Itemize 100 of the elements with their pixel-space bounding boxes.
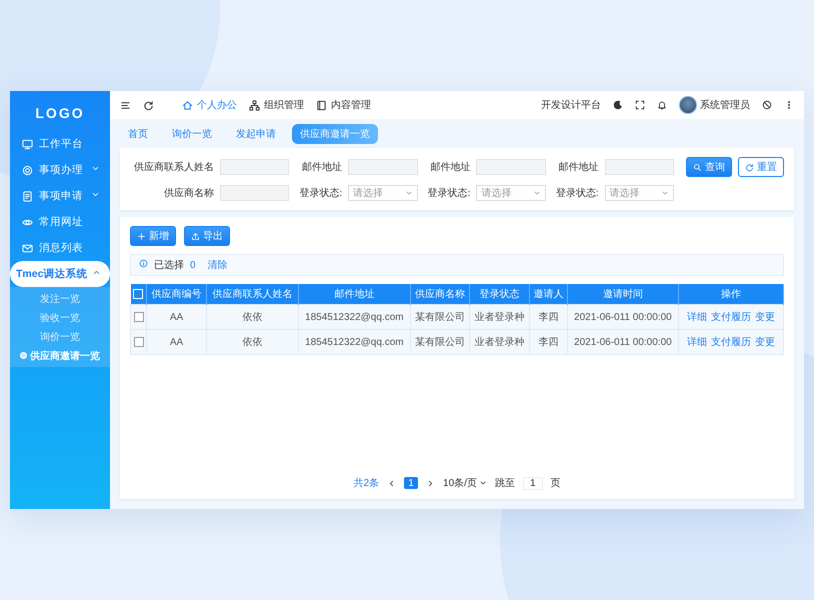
tab[interactable]: 首页 [120, 124, 156, 144]
table-cell: 某有限公司 [410, 330, 470, 354]
table-cell: 某有限公司 [410, 304, 470, 330]
selection-count: 0 [190, 260, 196, 270]
submenu-item[interactable]: 验收一览 [10, 308, 110, 327]
platform-link[interactable]: 开发设计平台 [541, 98, 601, 112]
field-label: 供应商名称 [163, 186, 214, 200]
info-icon [139, 259, 148, 268]
table-cell: 依依 [206, 304, 298, 330]
table-cell: AA [146, 330, 206, 354]
plus-icon [137, 232, 146, 240]
page-size-select[interactable]: 10条/页 [443, 476, 487, 490]
table-cell: 业者登录种 [470, 304, 530, 330]
add-button[interactable]: 新增 [130, 226, 176, 246]
search-button[interactable]: 查询 [686, 157, 732, 177]
sidebar-item[interactable]: 事项申请 [10, 183, 110, 209]
column-header: 供应商编号 [146, 284, 206, 304]
total-count: 共2条 [353, 476, 380, 490]
book-icon [316, 100, 327, 110]
checkbox[interactable] [134, 336, 144, 347]
submenu-item[interactable]: 发注一览 [10, 289, 110, 308]
chevron-icon [91, 164, 100, 173]
jump-label: 跳至 [494, 476, 515, 490]
user-name[interactable]: 系统管理员 [700, 98, 750, 112]
bell-icon [657, 100, 667, 110]
input-field[interactable] [476, 159, 546, 175]
row-action-link[interactable]: 变更 [754, 312, 775, 323]
row-action-link[interactable]: 详细 [686, 337, 707, 348]
submenu-item[interactable]: 供应商邀请一览 [10, 346, 110, 365]
document-icon [22, 190, 33, 202]
export-button[interactable]: 导出 [184, 226, 230, 246]
table-cell: AA [146, 304, 206, 330]
chevron-icon [91, 190, 100, 199]
caret-icon [478, 479, 487, 487]
row-action-link[interactable]: 详细 [686, 312, 707, 323]
sidebar-item[interactable]: Tmec调达系统 [10, 261, 110, 287]
input-field[interactable] [220, 159, 290, 175]
field-label: 登录状态: [556, 186, 599, 200]
table-cell: 1854512322@qq.com [298, 304, 410, 330]
nav-menu-item[interactable]: 组织管理 [249, 98, 304, 112]
clear-link[interactable]: 清除 [208, 258, 228, 272]
nav-menu-item[interactable]: 个人办公 [182, 98, 237, 112]
sitemap-icon [249, 100, 260, 110]
table-cell: 依依 [206, 330, 298, 354]
sidebar-item[interactable]: 常用网址 [10, 209, 110, 235]
page-button[interactable]: 1 [404, 477, 418, 489]
input-field[interactable] [604, 159, 674, 175]
row-action-link[interactable]: 支付履历 [710, 312, 751, 323]
sidebar-item[interactable]: 工作平台 [10, 131, 110, 157]
monitor-icon [22, 138, 33, 150]
search-icon [693, 162, 702, 172]
caret-icon [404, 189, 413, 197]
table-cell: 2021-06-011 00:00:00 [567, 330, 678, 354]
logo: LOGO [34, 104, 86, 123]
refresh-icon [745, 162, 754, 172]
row-action-link[interactable]: 支付履历 [710, 337, 751, 348]
chevron-icon [92, 268, 102, 277]
fullscreen-icon [635, 100, 645, 110]
table-cell: 业者登录种 [470, 330, 530, 354]
table-cell: 李四 [529, 330, 568, 354]
reset-button[interactable]: 重置 [738, 157, 784, 177]
selection-label: 已选择 [154, 258, 184, 272]
column-header: 操作 [678, 284, 784, 304]
column-header: 供应商名称 [410, 284, 470, 304]
table-cell: 2021-06-011 00:00:00 [567, 304, 678, 330]
row-action-link[interactable]: 变更 [754, 337, 775, 348]
sidebar-item[interactable]: 事项办理 [10, 157, 110, 183]
table-cell: 李四 [529, 304, 568, 330]
field-label: 登录状态: [299, 186, 342, 200]
tab[interactable]: 询价一览 [164, 124, 220, 144]
mail-icon [22, 242, 33, 254]
checkbox[interactable] [134, 312, 144, 322]
tab[interactable]: 发起申请 [228, 124, 284, 144]
select-field[interactable]: 请选择 [348, 185, 418, 201]
upload-icon [191, 232, 200, 240]
column-header: 邮件地址 [298, 284, 410, 304]
sidebar-item[interactable]: 消息列表 [10, 235, 110, 261]
input-field[interactable] [348, 159, 418, 175]
column-header: 登录状态 [470, 284, 530, 304]
field-label: 供应商联系人姓名 [134, 160, 214, 174]
page-unit-label: 页 [550, 477, 561, 490]
table-cell: 1854512322@qq.com [298, 330, 410, 354]
moon-icon [613, 100, 623, 110]
refresh-icon [143, 100, 154, 110]
caret-icon [661, 189, 669, 197]
select-field[interactable]: 请选择 [476, 185, 546, 201]
submenu-item[interactable]: 询价一览 [10, 327, 110, 346]
field-label: 邮件地址 [429, 160, 470, 174]
column-header: 供应商联系人姓名 [206, 284, 298, 304]
field-label: 邮件地址 [301, 160, 342, 174]
field-label: 登录状态: [428, 186, 470, 200]
column-header: 邀请人 [529, 284, 568, 304]
jump-field[interactable]: 1 [522, 476, 543, 490]
field-label: 邮件地址 [558, 160, 599, 174]
nav-menu-item[interactable]: 内容管理 [316, 98, 371, 112]
avatar[interactable] [679, 96, 697, 114]
column-header: 邀请时间 [567, 284, 678, 304]
input-field[interactable] [220, 185, 290, 201]
tab[interactable]: 供应商邀请一览 [292, 124, 378, 144]
select-field[interactable]: 请选择 [604, 185, 674, 201]
